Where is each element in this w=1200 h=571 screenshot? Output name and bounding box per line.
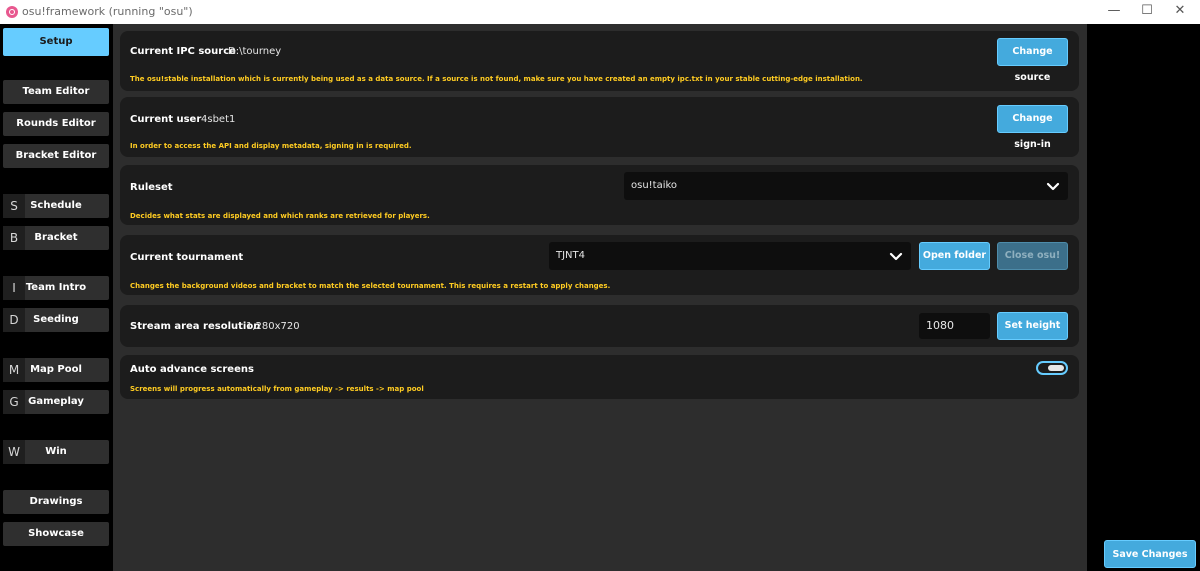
sidebar-item-seeding[interactable]: D Seeding (3, 308, 109, 332)
osu-logo-icon (6, 6, 18, 18)
current-user-value: 4sbet1 (201, 114, 236, 125)
sidebar-item-label: Team Editor (22, 86, 90, 97)
stream-resolution-label: Stream area resolution (130, 321, 261, 332)
sidebar-item-label: Seeding (33, 314, 79, 325)
sidebar: Setup Team Editor Rounds Editor Bracket … (0, 24, 113, 571)
ruleset-selected: osu!taiko (631, 180, 678, 191)
sidebar-item-label: Gameplay (28, 396, 84, 407)
sidebar-item-team-editor[interactable]: Team Editor (3, 80, 109, 104)
sidebar-item-label: Setup (39, 36, 73, 47)
tournament-dropdown[interactable]: TJNT4 (549, 242, 911, 270)
sidebar-item-schedule[interactable]: S Schedule (3, 194, 109, 218)
close-icon[interactable]: ✕ (1162, 0, 1198, 24)
current-tournament-label: Current tournament (130, 252, 244, 263)
hotkey-letter: I (3, 276, 25, 300)
sidebar-item-win[interactable]: W Win (3, 440, 109, 464)
ruleset-dropdown[interactable]: osu!taiko (624, 172, 1068, 200)
sidebar-item-label: Bracket Editor (15, 150, 97, 161)
height-input[interactable]: 1080 (919, 313, 990, 339)
current-tournament-description: Changes the background videos and bracke… (130, 282, 611, 290)
hotkey-letter: D (3, 308, 25, 332)
chevron-down-icon (1046, 182, 1060, 191)
sidebar-item-bracket[interactable]: B Bracket (3, 226, 109, 250)
stream-resolution-card: Stream area resolution 1,280x720 1080 Se… (120, 305, 1079, 347)
sidebar-item-label: Team Intro (25, 282, 87, 293)
set-height-button[interactable]: Set height (997, 312, 1068, 340)
ipc-source-label: Current IPC source (130, 46, 236, 57)
hotkey-letter: B (3, 226, 25, 250)
sidebar-item-rounds-editor[interactable]: Rounds Editor (3, 112, 109, 136)
toggle-knob (1048, 365, 1064, 371)
hotkey-letter: S (3, 194, 25, 218)
sidebar-item-team-intro[interactable]: I Team Intro (3, 276, 109, 300)
window-title: osu!framework (running "osu") (22, 5, 193, 18)
sidebar-item-gameplay[interactable]: G Gameplay (3, 390, 109, 414)
sidebar-item-label: Bracket (34, 232, 78, 243)
maximize-icon[interactable]: ☐ (1129, 0, 1165, 24)
tournament-selected: TJNT4 (556, 250, 586, 261)
sidebar-item-label: Map Pool (30, 364, 82, 375)
ipc-source-value: D:\tourney (228, 46, 282, 57)
save-changes-button[interactable]: Save Changes (1104, 540, 1196, 568)
auto-advance-description: Screens will progress automatically from… (130, 385, 424, 393)
current-user-card: Current user 4sbet1 Change sign-in In or… (120, 97, 1079, 157)
ipc-source-card: Current IPC source D:\tourney Change sou… (120, 31, 1079, 91)
current-tournament-card: Current tournament TJNT4 Open folder Clo… (120, 235, 1079, 295)
sidebar-item-label: Drawings (29, 496, 83, 507)
ipc-source-description: The osu!stable installation which is cur… (130, 75, 863, 83)
change-source-button[interactable]: Change source (997, 38, 1068, 83)
sidebar-item-drawings[interactable]: Drawings (3, 490, 109, 514)
hotkey-letter: W (3, 440, 25, 464)
open-folder-button[interactable]: Open folder (919, 242, 990, 270)
sidebar-item-label: Showcase (28, 528, 84, 539)
close-osu-button[interactable]: Close osu! (997, 242, 1068, 270)
minimize-icon[interactable]: — (1096, 0, 1132, 24)
auto-advance-label: Auto advance screens (130, 364, 254, 375)
hotkey-letter: G (3, 390, 25, 414)
sidebar-item-label: Win (45, 446, 67, 457)
window-title-bar: osu!framework (running "osu") — ☐ ✕ (0, 0, 1200, 24)
change-sign-in-button[interactable]: Change sign-in (997, 105, 1068, 150)
stream-resolution-value: 1,280x720 (246, 321, 300, 332)
current-user-description: In order to access the API and display m… (130, 142, 412, 150)
sidebar-item-label: Rounds Editor (16, 118, 96, 129)
sidebar-item-bracket-editor[interactable]: Bracket Editor (3, 144, 109, 168)
sidebar-item-setup[interactable]: Setup (3, 28, 109, 56)
ruleset-card: Ruleset osu!taiko Decides what stats are… (120, 165, 1079, 225)
right-panel (1087, 24, 1200, 571)
setup-screen: Current IPC source D:\tourney Change sou… (113, 24, 1087, 571)
auto-advance-toggle[interactable] (1036, 361, 1068, 375)
sidebar-item-showcase[interactable]: Showcase (3, 522, 109, 546)
ruleset-label: Ruleset (130, 182, 173, 193)
auto-advance-card: Auto advance screens Screens will progre… (120, 355, 1079, 399)
ruleset-description: Decides what stats are displayed and whi… (130, 212, 430, 220)
sidebar-item-map-pool[interactable]: M Map Pool (3, 358, 109, 382)
hotkey-letter: M (3, 358, 25, 382)
chevron-down-icon (889, 252, 903, 261)
sidebar-item-label: Schedule (30, 200, 82, 211)
current-user-label: Current user (130, 114, 202, 125)
